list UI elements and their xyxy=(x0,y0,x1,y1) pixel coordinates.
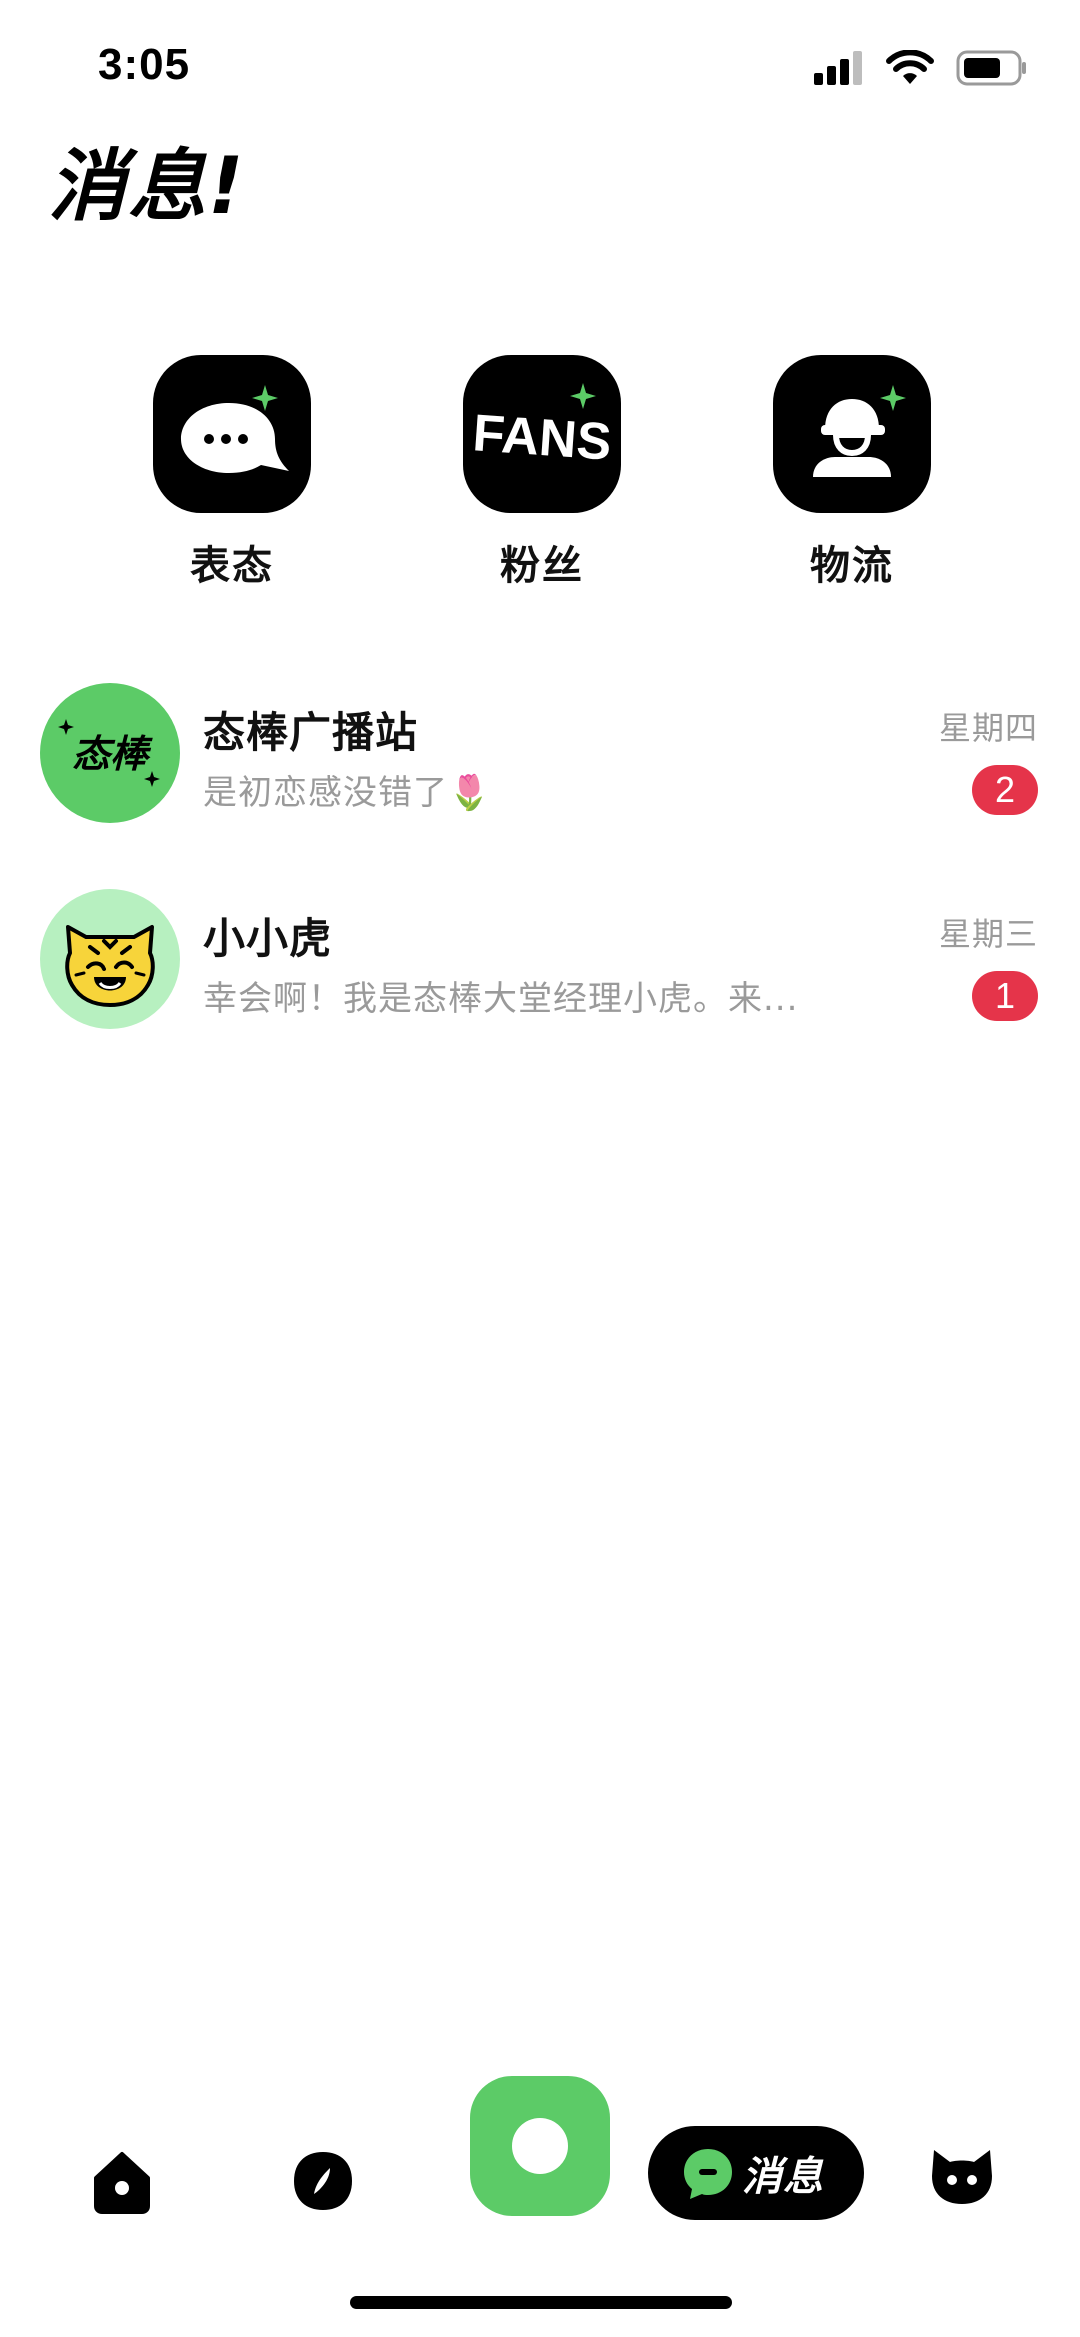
status-bar: 3:05 xyxy=(0,0,1080,130)
unread-badge: 1 xyxy=(972,971,1038,1021)
message-bubble-icon xyxy=(684,2149,732,2199)
tab-messages-label: 消息 xyxy=(742,2154,824,2200)
quick-entry-row: 表态 FANS 粉丝 物流 xyxy=(0,355,1080,595)
message-preview: 幸会啊！我是态棒大堂经理小虎。来... xyxy=(203,979,799,1019)
discover-icon[interactable] xyxy=(290,2148,356,2214)
wifi-icon xyxy=(886,50,934,84)
page-title: 消息! xyxy=(48,142,246,232)
message-item[interactable]: 小小虎 幸会啊！我是态棒大堂经理小虎。来... 星期三 1 xyxy=(0,889,1080,1049)
tab-messages[interactable]: 消息 xyxy=(648,2126,864,2220)
svg-text:FANS: FANS xyxy=(471,404,613,472)
status-icons xyxy=(814,50,1028,86)
quick-entry-reactions[interactable]: 表态 xyxy=(142,355,322,591)
svg-text:态棒: 态棒 xyxy=(72,732,153,776)
quick-entry-fans[interactable]: FANS 粉丝 xyxy=(452,355,632,591)
home-indicator xyxy=(350,2296,732,2309)
message-preview: 是初恋感没错了🌷 xyxy=(203,773,492,813)
chat-bubble-icon xyxy=(153,355,311,513)
message-time: 星期四 xyxy=(938,709,1038,747)
battery-icon xyxy=(956,50,1026,86)
home-icon[interactable] xyxy=(92,2150,152,2214)
signal-icon xyxy=(814,51,862,85)
quick-entry-label: 粉丝 xyxy=(500,543,584,589)
quick-entry-logistics[interactable]: 物流 xyxy=(762,355,942,591)
tiger-icon xyxy=(65,925,155,1007)
status-time: 3:05 xyxy=(98,40,191,89)
bottom-nav: 消息 xyxy=(0,2070,1080,2270)
message-time: 星期三 xyxy=(938,915,1038,953)
avatar xyxy=(40,889,180,1029)
avatar: 态棒 xyxy=(40,683,180,823)
courier-icon xyxy=(773,355,931,513)
profile-cat-icon[interactable] xyxy=(928,2146,996,2208)
unread-badge: 2 xyxy=(972,765,1038,815)
message-sender: 态棒广播站 xyxy=(203,708,419,757)
publish-button[interactable] xyxy=(470,2076,610,2216)
quick-entry-label: 物流 xyxy=(810,543,894,589)
quick-entry-label: 表态 xyxy=(190,543,274,589)
message-item[interactable]: 态棒 态棒广播站 是初恋感没错了🌷 星期四 2 xyxy=(0,683,1080,843)
fans-icon: FANS xyxy=(463,355,621,513)
message-sender: 小小虎 xyxy=(203,914,333,963)
